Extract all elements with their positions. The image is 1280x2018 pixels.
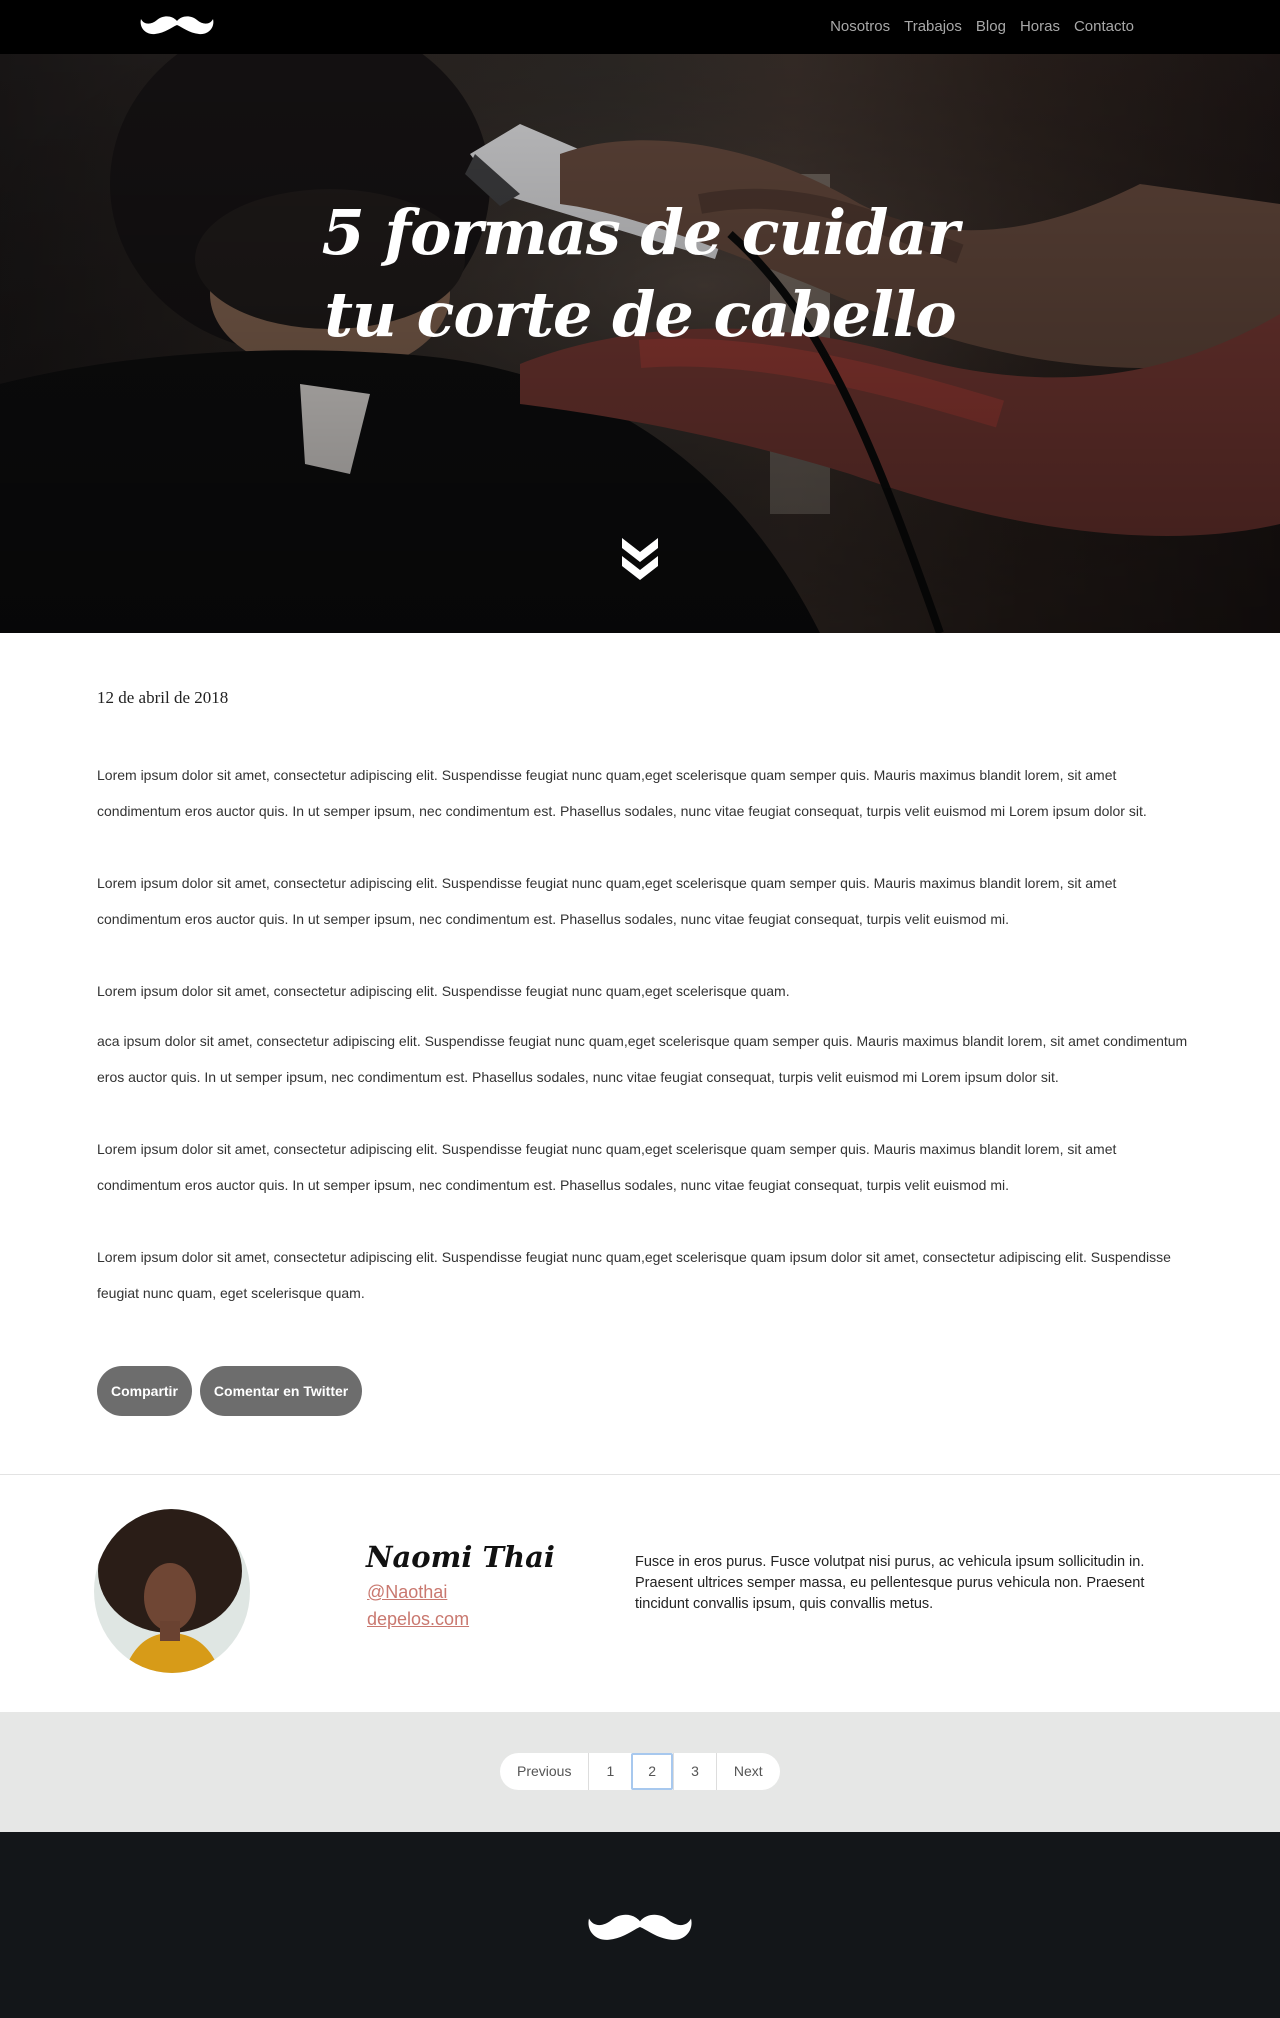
- nav-link-nosotros[interactable]: Nosotros: [830, 17, 890, 37]
- hero-banner: 5 formas de cuidar tu corte de cabello: [0, 54, 1280, 633]
- double-chevron-down-icon[interactable]: [619, 534, 661, 584]
- avatar: [94, 1509, 250, 1673]
- pagination-next[interactable]: Next: [715, 1753, 780, 1790]
- pagination-page-3[interactable]: 3: [673, 1753, 716, 1790]
- nav-link-horas[interactable]: Horas: [1020, 17, 1060, 37]
- hero-title-line-2: tu corte de cabello: [324, 278, 956, 351]
- comment-twitter-button[interactable]: Comentar en Twitter: [199, 1366, 363, 1416]
- nav-link-trabajos[interactable]: Trabajos: [904, 17, 962, 37]
- pagination-page-2-active[interactable]: 2: [631, 1753, 674, 1790]
- footer: [0, 1832, 1280, 2018]
- article-paragraph: aca ipsum dolor sit amet, consectetur ad…: [97, 1033, 1188, 1085]
- mustache-icon[interactable]: [584, 1910, 696, 1944]
- article-paragraph: Lorem ipsum dolor sit amet, consectetur …: [97, 1249, 1171, 1301]
- pagination: Previous 1 2 3 Next: [500, 1753, 780, 1790]
- hero-title: 5 formas de cuidar tu corte de cabello: [0, 192, 1280, 356]
- article-paragraph: Lorem ipsum dolor sit amet, consectetur …: [97, 1141, 1117, 1193]
- article-paragraph: Lorem ipsum dolor sit amet, consectetur …: [97, 875, 1117, 927]
- article-date: 12 de abril de 2018: [97, 688, 229, 707]
- top-nav: Nosotros Trabajos Blog Horas Contacto: [0, 0, 1280, 54]
- share-actions: Compartir Comentar en Twitter: [97, 1366, 363, 1416]
- article-paragraph: Lorem ipsum dolor sit amet, consectetur …: [97, 767, 1147, 819]
- article-paragraph: Lorem ipsum dolor sit amet, consectetur …: [97, 983, 790, 999]
- nav-link-blog[interactable]: Blog: [976, 17, 1006, 37]
- nav-links: Nosotros Trabajos Blog Horas Contacto: [830, 17, 1134, 37]
- author-handle-link[interactable]: @Naothai: [367, 1582, 447, 1603]
- author-name: Naomi Thai: [366, 1540, 555, 1574]
- pagination-previous[interactable]: Previous: [500, 1753, 588, 1790]
- author-website-link[interactable]: depelos.com: [367, 1609, 469, 1630]
- author-photo: [94, 1509, 250, 1673]
- author-bio: Fusce in eros purus. Fusce volutpat nisi…: [635, 1554, 1145, 1612]
- pagination-page-1[interactable]: 1: [588, 1753, 631, 1790]
- nav-link-contacto[interactable]: Contacto: [1074, 17, 1134, 37]
- hero-title-line-1: 5 formas de cuidar: [321, 196, 960, 269]
- section-divider: [0, 1474, 1280, 1475]
- pagination-section: Previous 1 2 3 Next: [0, 1712, 1280, 1832]
- article-body: 12 de abril de 2018 Lorem ipsum dolor si…: [97, 686, 1197, 1311]
- mustache-icon[interactable]: [139, 13, 215, 37]
- share-button[interactable]: Compartir: [97, 1366, 192, 1416]
